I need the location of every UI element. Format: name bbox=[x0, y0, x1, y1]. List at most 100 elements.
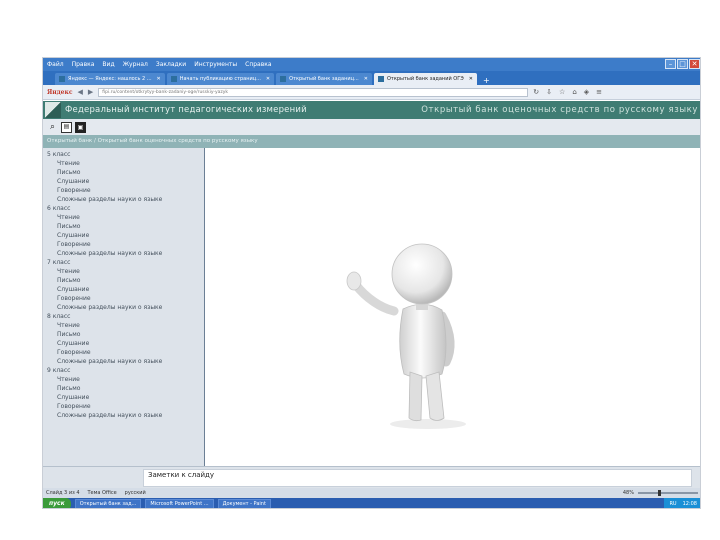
shield-icon[interactable]: ◈ bbox=[584, 88, 589, 96]
document-icon[interactable]: ▤ bbox=[61, 121, 72, 133]
content-area bbox=[206, 148, 700, 466]
zoom-slider-knob[interactable] bbox=[658, 490, 661, 496]
sidebar-item[interactable]: Чтение bbox=[43, 321, 204, 330]
taskbar-item-browser[interactable]: Открытый банк зад... bbox=[74, 499, 142, 508]
tab-label: Открытый банк заданий ОГЭ bbox=[386, 76, 464, 82]
sidebar-item[interactable]: Чтение bbox=[43, 375, 204, 384]
bookmark-star-icon[interactable]: ☆ bbox=[559, 88, 565, 96]
site-toolbar: ⌕ ▤ ▣ bbox=[43, 119, 700, 135]
sidebar-item[interactable]: Сложные разделы науки о языке bbox=[43, 303, 204, 312]
reload-icon[interactable]: ↻ bbox=[533, 88, 539, 96]
sidebar-item[interactable]: Говорение bbox=[43, 186, 204, 195]
start-button[interactable]: пуск bbox=[43, 498, 71, 508]
address-bar: Яндекс ◀ ▶ fipi.ru/content/otkrytyy-bank… bbox=[43, 85, 700, 100]
home-icon[interactable]: ⌂ bbox=[572, 88, 576, 96]
theme-name: Тема Office bbox=[87, 490, 117, 496]
sidebar-grade-6[interactable]: 6 класс bbox=[43, 204, 204, 213]
sidebar-item[interactable]: Чтение bbox=[43, 159, 204, 168]
tab-label: Яндекс — Яндекс: нашлось 2 ... bbox=[68, 76, 152, 82]
sidebar-grade-9[interactable]: 9 класс bbox=[43, 366, 204, 375]
zoom-level: 48% bbox=[622, 490, 634, 496]
tab-favicon-icon bbox=[170, 76, 177, 82]
breadcrumb: Открытый банк / Открытый банк оценочных … bbox=[43, 135, 700, 148]
sidebar-item[interactable]: Говорение bbox=[43, 402, 204, 411]
menu-icon[interactable]: ≡ bbox=[596, 88, 602, 96]
new-tab-icon[interactable]: + bbox=[483, 76, 490, 85]
tab-close-icon[interactable]: ✕ bbox=[157, 76, 161, 82]
sidebar-item[interactable]: Говорение bbox=[43, 240, 204, 249]
sidebar-grade-5[interactable]: 5 класс bbox=[43, 150, 204, 159]
menu-file[interactable]: Файл bbox=[47, 61, 64, 68]
tab-label: Начать публикацию страниц... bbox=[179, 76, 261, 82]
sidebar-item[interactable]: Письмо bbox=[43, 168, 204, 177]
tab-label: Открытый банк заданиц... bbox=[289, 76, 359, 82]
yandex-logo: Яндекс bbox=[47, 88, 73, 96]
tab-close-icon[interactable]: ✕ bbox=[364, 76, 368, 82]
sidebar-item[interactable]: Говорение bbox=[43, 348, 204, 357]
back-icon[interactable]: ◀ bbox=[78, 88, 83, 96]
sidebar-item[interactable]: Слушание bbox=[43, 177, 204, 186]
tab-oge-bank[interactable]: Открытый банк заданий ОГЭ ✕ bbox=[373, 73, 477, 85]
url-input[interactable]: fipi.ru/content/otkrytyy-bank-zadaniy-og… bbox=[98, 87, 529, 97]
notes-input[interactable]: Заметки к слайду bbox=[143, 469, 692, 487]
system-tray: RU 12:08 bbox=[664, 498, 700, 508]
minimize-button[interactable]: – bbox=[665, 59, 676, 69]
tab-open-bank[interactable]: Открытый банк заданиц... ✕ bbox=[276, 73, 372, 85]
sidebar-item[interactable]: Слушание bbox=[43, 231, 204, 240]
sidebar-item[interactable]: Письмо bbox=[43, 222, 204, 231]
sidebar-grade-7[interactable]: 7 класс bbox=[43, 258, 204, 267]
taskbar: пуск Открытый банк зад... Microsoft Powe… bbox=[43, 498, 700, 508]
window-controls: – □ ✕ bbox=[665, 59, 700, 69]
sidebar-item[interactable]: Чтение bbox=[43, 267, 204, 276]
downloads-icon[interactable]: ⇩ bbox=[546, 88, 552, 96]
fipi-logo bbox=[45, 102, 61, 118]
waving-3d-figure-illustration bbox=[346, 243, 466, 429]
sidebar-item[interactable]: Сложные разделы науки о языке bbox=[43, 411, 204, 420]
sidebar-item[interactable]: Сложные разделы науки о языке bbox=[43, 195, 204, 204]
tab-close-icon[interactable]: ✕ bbox=[469, 76, 473, 82]
tab-favicon-icon bbox=[59, 76, 65, 82]
sidebar-item[interactable]: Письмо bbox=[43, 384, 204, 393]
zoom-control: 48% bbox=[623, 490, 698, 496]
sidebar-grade-8[interactable]: 8 класс bbox=[43, 312, 204, 321]
forward-icon[interactable]: ▶ bbox=[88, 88, 93, 96]
institute-title: Федеральный институт педагогических изме… bbox=[65, 105, 307, 115]
sidebar: 5 класс Чтение Письмо Слушание Говорение… bbox=[43, 148, 205, 466]
search-icon[interactable]: ⌕ bbox=[47, 122, 58, 133]
zoom-slider[interactable] bbox=[638, 490, 698, 496]
menu-bookmarks[interactable]: Закладки bbox=[156, 61, 186, 68]
notes-pane: Заметки к слайду bbox=[43, 466, 700, 488]
bank-title: Открытый банк оценочных средств по русск… bbox=[421, 105, 698, 115]
menu-edit[interactable]: Правка bbox=[72, 61, 95, 68]
sidebar-item[interactable]: Слушание bbox=[43, 339, 204, 348]
slide-counter: Слайд 3 из 4 bbox=[46, 490, 80, 496]
menu-help[interactable]: Справка bbox=[245, 61, 271, 68]
tab-yandex[interactable]: Яндекс — Яндекс: нашлось 2 ... ✕ bbox=[55, 73, 165, 85]
sidebar-item[interactable]: Письмо bbox=[43, 276, 204, 285]
taskbar-item-powerpoint[interactable]: Microsoft PowerPoint ... bbox=[145, 499, 214, 508]
sidebar-item[interactable]: Письмо bbox=[43, 330, 204, 339]
tab-close-icon[interactable]: ✕ bbox=[266, 76, 270, 82]
sidebar-item[interactable]: Чтение bbox=[43, 213, 204, 222]
menu-tools[interactable]: Инструменты bbox=[194, 61, 237, 68]
tab-favicon-icon bbox=[377, 76, 384, 82]
tab-publish[interactable]: Начать публикацию страниц... ✕ bbox=[166, 73, 275, 85]
status-bar: Слайд 3 из 4 Тема Office русский 48% bbox=[43, 488, 700, 498]
browser-menubar: Файл Правка Вид Журнал Закладки Инструме… bbox=[43, 58, 700, 71]
browser-toolbar: ↻ ⇩ ☆ ⌂ ◈ ≡ bbox=[533, 88, 602, 96]
taskbar-item-paint[interactable]: Документ - Paint bbox=[217, 499, 271, 508]
site-header: Федеральный институт педагогических изме… bbox=[43, 101, 700, 119]
menu-history[interactable]: Журнал bbox=[123, 61, 148, 68]
sidebar-item[interactable]: Говорение bbox=[43, 294, 204, 303]
image-icon[interactable]: ▣ bbox=[75, 121, 86, 133]
sidebar-item[interactable]: Сложные разделы науки о языке bbox=[43, 357, 204, 366]
maximize-button[interactable]: □ bbox=[677, 59, 688, 69]
sidebar-item[interactable]: Сложные разделы науки о языке bbox=[43, 249, 204, 258]
close-button[interactable]: ✕ bbox=[689, 59, 700, 69]
language-indicator: русский bbox=[124, 490, 146, 496]
tab-favicon-icon bbox=[280, 76, 287, 82]
menu-view[interactable]: Вид bbox=[102, 61, 114, 68]
sidebar-item[interactable]: Слушание bbox=[43, 393, 204, 402]
language-tray[interactable]: RU bbox=[669, 498, 676, 508]
sidebar-item[interactable]: Слушание bbox=[43, 285, 204, 294]
